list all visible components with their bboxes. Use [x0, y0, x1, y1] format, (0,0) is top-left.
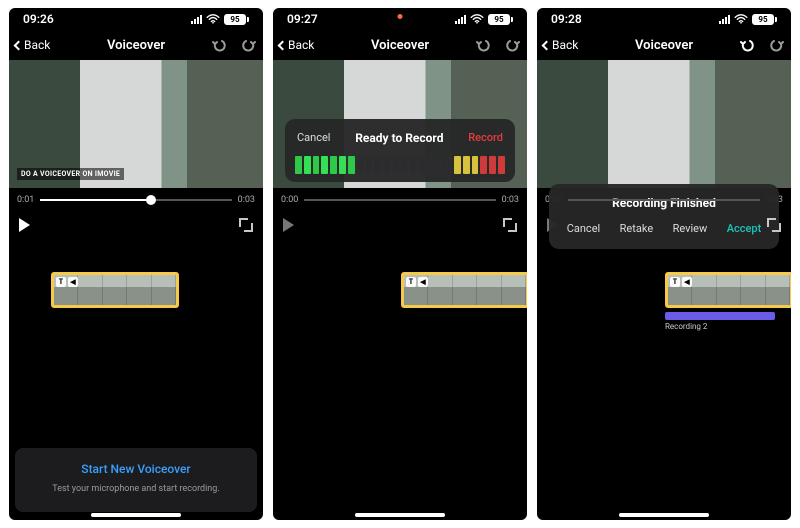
page-title: Voiceover: [371, 38, 429, 53]
fullscreen-icon[interactable]: [767, 218, 781, 232]
time-current: 0:00: [281, 195, 298, 205]
voiceover-sheet: Start New Voiceover Test your microphone…: [15, 448, 257, 512]
record-button[interactable]: Record: [464, 129, 507, 146]
time-total: 0:03: [502, 195, 519, 205]
chevron-left-icon: [542, 40, 552, 50]
time-total: 0:03: [238, 195, 255, 205]
chevron-left-icon: [14, 40, 24, 50]
modal-title: Ready to Record: [342, 131, 456, 145]
transport-bar: [273, 212, 527, 238]
status-right: 95: [719, 14, 777, 25]
video-clip[interactable]: T◀: [401, 272, 527, 308]
audio-badge-icon: ◀: [418, 277, 428, 287]
play-button[interactable]: [19, 218, 30, 232]
nav-bar: Back Voiceover: [537, 30, 791, 60]
battery-icon: 95: [752, 14, 777, 25]
back-label: Back: [24, 38, 50, 52]
accept-button[interactable]: Accept: [723, 220, 766, 237]
transport-bar: [9, 212, 263, 238]
play-button[interactable]: [283, 218, 294, 232]
status-right: 95: [455, 14, 513, 25]
time-current: 0:01: [17, 195, 34, 205]
battery-icon: 95: [488, 14, 513, 25]
cellular-signal-icon: [455, 14, 466, 24]
video-preview[interactable]: Cancel Ready to Record Record: [273, 60, 527, 188]
scrub-thumb[interactable]: [146, 195, 156, 205]
cellular-signal-icon: [719, 14, 730, 24]
clip-trim-right[interactable]: [176, 275, 179, 305]
vu-meter: [293, 156, 507, 174]
redo-icon[interactable]: [769, 37, 785, 53]
undo-icon[interactable]: [739, 37, 755, 53]
redo-icon[interactable]: [505, 37, 521, 53]
ready-to-record-modal: Cancel Ready to Record Record: [285, 119, 515, 182]
home-indicator[interactable]: [619, 513, 709, 517]
timeline[interactable]: T◀: [273, 238, 527, 520]
review-button[interactable]: Review: [669, 220, 712, 237]
sheet-subtitle: Test your microphone and start recording…: [25, 484, 247, 494]
chevron-left-icon: [278, 40, 288, 50]
clip-badges: T◀: [406, 277, 428, 287]
back-label: Back: [552, 38, 578, 52]
cancel-button[interactable]: Cancel: [293, 129, 334, 146]
title-badge-icon: T: [56, 277, 66, 287]
video-clip[interactable]: T◀: [665, 272, 791, 308]
undo-icon[interactable]: [475, 37, 491, 53]
wifi-icon: [734, 14, 748, 24]
title-badge-icon: T: [406, 277, 416, 287]
status-bar: 09:27 95: [273, 8, 527, 30]
start-voiceover-button[interactable]: Start New Voiceover: [25, 462, 247, 476]
status-right: 95: [191, 14, 249, 25]
home-indicator[interactable]: [355, 513, 445, 517]
page-title: Voiceover: [107, 38, 165, 53]
back-label: Back: [288, 38, 314, 52]
recording-clip-label: Recording 2: [665, 322, 707, 331]
recording-indicator-icon: [398, 14, 403, 19]
phone-screen-3: 09:28 95 Back Voiceover Recording Finish…: [537, 8, 791, 520]
video-preview[interactable]: DO A VOICEOVER ON IMOVIE: [9, 60, 263, 188]
audio-badge-icon: ◀: [68, 277, 78, 287]
undo-icon[interactable]: [211, 37, 227, 53]
status-bar: 09:28 95: [537, 8, 791, 30]
video-clip[interactable]: T◀: [51, 272, 179, 308]
fullscreen-icon[interactable]: [239, 218, 253, 232]
back-button[interactable]: Back: [279, 38, 314, 52]
audio-badge-icon: ◀: [682, 277, 692, 287]
wifi-icon: [206, 14, 220, 24]
status-bar: 09:26 95: [9, 8, 263, 30]
page-title: Voiceover: [635, 38, 693, 53]
wifi-icon: [470, 14, 484, 24]
phone-screen-2: 09:27 95 Back Voiceover Cancel Ready t: [273, 8, 527, 520]
clock: 09:26: [23, 12, 54, 26]
title-badge-icon: T: [670, 277, 680, 287]
battery-icon: 95: [224, 14, 249, 25]
home-indicator[interactable]: [91, 513, 181, 517]
preview-caption: DO A VOICEOVER ON IMOVIE: [17, 168, 124, 180]
cellular-signal-icon: [191, 14, 202, 24]
back-button[interactable]: Back: [543, 38, 578, 52]
clip-badges: T◀: [670, 277, 692, 287]
scrub-track[interactable]: [568, 199, 759, 201]
phone-screen-1: 09:26 95 Back Voiceover DO A VOICEOVER O…: [9, 8, 263, 520]
cancel-button[interactable]: Cancel: [563, 220, 604, 237]
scrubber: 0:01 0:03: [9, 188, 263, 212]
clock: 09:27: [287, 12, 318, 26]
clip-badges: T◀: [56, 277, 78, 287]
scrubber: 0:00 0:03: [273, 188, 527, 212]
retake-button[interactable]: Retake: [616, 220, 658, 237]
recording-clip[interactable]: [665, 312, 775, 320]
video-preview[interactable]: Recording Finished Cancel Retake Review …: [537, 60, 791, 188]
fullscreen-icon[interactable]: [503, 218, 517, 232]
scrub-track[interactable]: [40, 199, 231, 201]
nav-bar: Back Voiceover: [273, 30, 527, 60]
nav-bar: Back Voiceover: [9, 30, 263, 60]
timeline[interactable]: T◀ Recording 2: [537, 238, 791, 520]
clock: 09:28: [551, 12, 582, 26]
redo-icon[interactable]: [241, 37, 257, 53]
back-button[interactable]: Back: [15, 38, 50, 52]
scrub-track[interactable]: [304, 199, 495, 201]
